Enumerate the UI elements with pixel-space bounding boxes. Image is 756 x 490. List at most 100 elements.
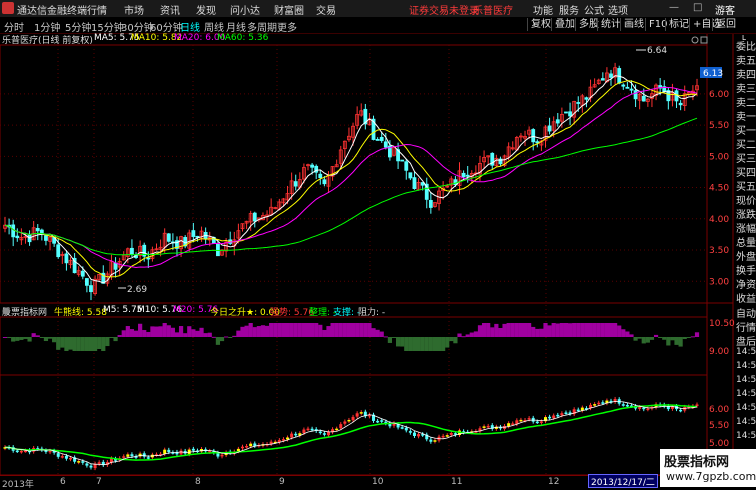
histogram-bar [281,323,286,337]
histogram-bar [613,323,618,337]
histogram-bar [6,337,12,338]
sidebar-item[interactable]: 行情 [736,319,756,334]
watermark-url: www.7gpzb.com [666,470,756,483]
histogram-bar [567,323,573,337]
histogram-bar [72,337,77,351]
lower-body [564,412,568,415]
vertical-gridlines [57,45,547,475]
panel-expand-icon[interactable] [700,36,708,44]
histogram-bar [133,330,139,337]
histogram-bar [142,330,147,337]
sidebar-item[interactable]: 盘后 [736,333,756,348]
ma5-line [4,75,698,284]
histogram-bar [314,323,319,337]
histogram-bar [514,323,519,337]
ma60-line [4,117,698,256]
histogram-bar [2,337,8,338]
histogram-bar [580,323,585,337]
histogram-bar [269,323,274,337]
candle-body [84,278,89,286]
lower-body [302,429,306,434]
sidebar-item[interactable]: 买五 [736,178,756,193]
candle-body [130,247,134,255]
histogram-bar [80,337,85,351]
lower-body [167,449,171,453]
lower-body [376,420,380,423]
histogram-bar [498,327,503,337]
histogram-bar [625,331,630,337]
sidebar-item[interactable]: 买一 [736,122,756,137]
lower-body [245,445,249,448]
sidebar-item[interactable]: 卖三 [736,80,756,95]
histogram-bar [113,337,118,342]
sidebar-item[interactable]: 买二 [736,136,756,151]
histogram-bar [486,323,491,337]
date-tick: 8 [195,477,201,487]
histogram-bar [621,329,626,337]
indicator-tick-label: 9.00 [709,347,729,357]
candle-body [633,90,638,100]
sidebar-item[interactable]: 卖一 [736,108,756,123]
sidebar-item[interactable]: 买四 [736,164,756,179]
histogram-bar [289,323,294,337]
date-tick: 12 [548,477,560,487]
sidebar-time: 14:50 [736,375,756,385]
histogram-bar [584,323,589,337]
histogram-bar [506,323,511,337]
histogram-bar [535,328,540,337]
kline-chart[interactable]: 6.00 5.50 5.00 4.50 4.00 3.50 3.00 10.50 9.00 6.0… [0,0,756,487]
date-tick: 2013年 [2,480,34,490]
sidebar-item[interactable]: 卖四 [736,66,756,81]
sidebar-item[interactable]: 涨幅 [736,220,756,235]
histogram-bar [592,323,597,337]
histogram-bar [109,337,114,338]
sidebar-item[interactable]: 收益 [736,290,756,305]
sidebar-item[interactable]: 现价 [736,192,756,207]
candle-body [56,244,61,258]
sidebar-item[interactable]: 换手 [736,262,756,277]
sidebar-item[interactable]: 自动 [736,305,756,320]
lower-body [670,406,674,409]
sidebar-item[interactable]: 卖五 [736,52,756,67]
lower-body [412,432,416,436]
histogram-bar [23,337,28,339]
candle-body [35,228,40,232]
histogram-bar [342,323,347,337]
lower-candles [3,396,699,471]
sidebar-item[interactable]: 卖二 [736,94,756,109]
sidebar-item[interactable]: 涨跌 [736,206,756,221]
price-tick-label: 4.50 [709,184,729,194]
histogram-bar [424,337,429,351]
sidebar-item[interactable]: 买三 [736,150,756,165]
sidebar-item[interactable]: 总量 [736,234,756,249]
lower-body [85,463,89,466]
candle-body [322,179,327,185]
histogram-bar [326,326,331,337]
histogram-bar [555,323,560,337]
histogram-bar [101,337,106,351]
lower-body [48,450,52,453]
candle-body [379,136,384,141]
histogram-bar [191,329,196,337]
lower-body [208,450,212,453]
watermark: 股票指标网 www.7gpzb.com [660,449,756,487]
histogram-bar [228,337,233,338]
sidebar-item[interactable]: 外盘 [736,248,756,263]
sidebar-item[interactable]: 净资 [736,276,756,291]
date-tick: 9 [279,477,285,487]
histogram-bar [547,325,552,337]
lower-body [380,420,384,422]
ma20-line [4,86,698,269]
lower-body [638,407,642,409]
histogram-bar [543,323,548,337]
histogram-bar [219,337,225,342]
candle-body [641,95,646,102]
histogram-bar [330,323,335,337]
panel-settings-icon[interactable] [691,36,699,44]
lower-body [179,450,183,455]
candle-body [412,177,417,190]
histogram-bar [629,334,634,337]
histogram-bar [305,323,311,337]
histogram-bar [658,337,663,338]
sidebar-item[interactable]: 委比 [736,38,756,53]
